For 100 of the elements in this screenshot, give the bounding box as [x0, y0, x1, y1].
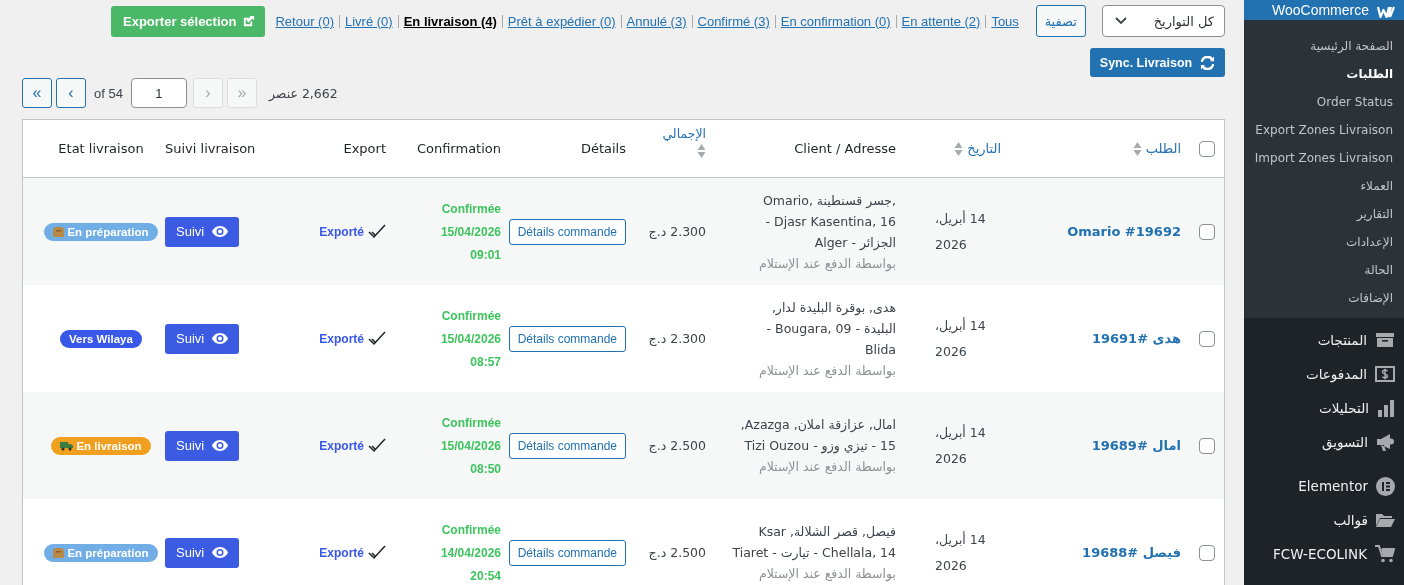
- status-filter-link[interactable]: En attente (2): [901, 13, 981, 29]
- order-date: 14 أبريل، 2026: [935, 423, 987, 468]
- submenu-item[interactable]: Order Status: [1316, 88, 1404, 116]
- sort-arrows-icon: [954, 140, 964, 157]
- filter-button[interactable]: تصفية: [1035, 5, 1086, 37]
- order-link[interactable]: هدى #19691: [1091, 331, 1181, 346]
- confirmation-date: 15/04/2026: [440, 331, 501, 346]
- status-filter-link[interactable]: Tous: [991, 13, 1019, 29]
- previous-page-button[interactable]: ‹: [56, 78, 86, 108]
- order-link[interactable]: Omario #19692: [1067, 224, 1181, 239]
- date-select[interactable]: كل التواريخ: [1102, 5, 1225, 37]
- sort-arrows-icon: [1132, 140, 1142, 157]
- order-link[interactable]: فيصل #19688: [1082, 545, 1181, 560]
- submenu-item[interactable]: الإعدادات: [1346, 228, 1404, 256]
- track-button[interactable]: Suivi: [165, 430, 240, 461]
- cart-icon: [1375, 545, 1395, 563]
- box-icon: [53, 547, 65, 558]
- submenu-item[interactable]: Export Zones Livraison: [1255, 116, 1404, 144]
- column-header: Export: [343, 141, 386, 156]
- confirmation-status: Confirmée: [441, 415, 501, 430]
- menu-item[interactable]: قوالب: [1333, 503, 1404, 537]
- payment-method: بواسطة الدفع عند الإستلام: [758, 458, 896, 477]
- sort-arrows-icon: [697, 143, 706, 159]
- menu-item[interactable]: المنتجات: [1317, 323, 1404, 357]
- submenu-item[interactable]: التقارير: [1356, 200, 1404, 228]
- status-filter-link[interactable]: Prêt à expédier (0): [507, 13, 616, 29]
- column-header: Détails: [580, 141, 626, 156]
- track-button[interactable]: Suivi: [165, 537, 240, 568]
- confirmation-time: 08:50: [470, 461, 501, 476]
- row-checkbox[interactable]: [1199, 437, 1215, 454]
- order-date: 14 أبريل، 2026: [935, 530, 987, 575]
- address-line: 15 - تيزي وزو - Tizi Ouzou: [744, 437, 896, 456]
- order-details-button[interactable]: Détails commande: [508, 218, 626, 245]
- sortable-column-header[interactable]: الإجمالي: [662, 126, 706, 141]
- confirmation-time: 20:54: [470, 568, 501, 583]
- row-checkbox[interactable]: [1199, 223, 1215, 240]
- track-button[interactable]: Suivi: [165, 323, 240, 354]
- status-filter-link[interactable]: En confirmation (0): [780, 13, 891, 29]
- column-header: Suivi livraison: [165, 141, 256, 156]
- sortable-column-header[interactable]: التاريخ: [967, 141, 1001, 156]
- checkmark-icon: [368, 331, 386, 346]
- chevron-down-icon: [1115, 17, 1127, 25]
- elementor-logo-icon: [1376, 476, 1395, 496]
- first-page-button[interactable]: «: [22, 78, 52, 108]
- column-header: Etat livraison: [58, 141, 144, 156]
- woocommerce-logo-icon: [1377, 6, 1395, 18]
- submenu-item[interactable]: الطلبات: [1346, 60, 1404, 88]
- submenu-item[interactable]: الإضافات: [1348, 284, 1404, 312]
- order-link[interactable]: امال #19689: [1091, 438, 1181, 453]
- order-details-button[interactable]: Détails commande: [508, 432, 626, 459]
- confirmation-time: 09:01: [470, 247, 501, 262]
- order-date: 14 أبريل، 2026: [935, 316, 987, 361]
- confirmation-time: 08:57: [470, 354, 501, 369]
- row-checkbox[interactable]: [1199, 330, 1215, 347]
- menu-item[interactable]: التسويق: [1322, 425, 1404, 459]
- menu-item[interactable]: المدفوعات: [1305, 357, 1404, 391]
- order-details-button[interactable]: Détails commande: [508, 539, 626, 566]
- woocommerce-menu-item[interactable]: WooCommerce: [1244, 0, 1404, 20]
- delivery-status-badge: En livraison: [51, 436, 151, 455]
- sync-delivery-button[interactable]: Sync. Livraison: [1090, 48, 1225, 77]
- menu-item[interactable]: التحليلات: [1319, 391, 1404, 425]
- submenu-item[interactable]: العملاء: [1360, 172, 1404, 200]
- track-button[interactable]: Suivi: [165, 216, 240, 247]
- menu-item[interactable]: Elementor: [1298, 469, 1404, 503]
- address-line: هدى, بوقرة البليدة لدار,: [771, 298, 896, 318]
- page-number-field[interactable]: 1: [130, 78, 187, 108]
- submenu-item[interactable]: الصفحة الرئيسية: [1310, 32, 1404, 60]
- row-checkbox[interactable]: [1199, 544, 1215, 561]
- submenu-item[interactable]: الحالة: [1364, 256, 1404, 284]
- confirmation-status: Confirmée: [441, 522, 501, 537]
- items-count: 2,662 عنصر: [268, 85, 338, 101]
- order-total: 2.300 د.ج: [648, 224, 706, 239]
- address-line: Blida: [864, 340, 896, 359]
- eye-icon: [212, 333, 229, 344]
- address-line: امال, عزازقة املان, Azazga,: [740, 416, 896, 435]
- submenu-item[interactable]: Import Zones Livraison: [1254, 144, 1404, 172]
- status-filter-link[interactable]: Confirmé (3): [697, 13, 770, 29]
- order-total: 2.500 د.ج: [648, 438, 706, 453]
- truck-icon: [60, 440, 74, 451]
- payment-method: بواسطة الدفع عند الإستلام: [758, 565, 896, 584]
- delivery-status-badge: Vers Wilaya: [60, 329, 142, 348]
- select-all-checkbox[interactable]: [1199, 140, 1215, 157]
- eye-icon: [212, 440, 229, 451]
- address-line: Omario, جسر قسنطينة,: [762, 191, 896, 210]
- sortable-column-header[interactable]: الطلب: [1145, 141, 1181, 156]
- menu-item[interactable]: FCW-ECOLINK: [1273, 537, 1404, 571]
- confirmation-date: 14/04/2026: [440, 545, 501, 560]
- status-filter-link[interactable]: Livré (0): [344, 13, 393, 29]
- status-filter-link[interactable]: Annulé (3): [626, 13, 687, 29]
- eye-icon: [212, 226, 229, 237]
- payment-method: بواسطة الدفع عند الإستلام: [758, 254, 896, 274]
- export-status: Exporté: [319, 224, 364, 239]
- status-filter-link[interactable]: En livraison (4): [403, 13, 497, 29]
- status-filter-link[interactable]: Retour (0): [275, 13, 334, 29]
- column-header: Client / Adresse: [794, 141, 896, 156]
- checkmark-icon: [368, 438, 386, 453]
- page-total-text: of 54: [94, 85, 123, 101]
- delivery-status-badge: En préparation: [44, 543, 158, 562]
- box-icon: [53, 226, 65, 237]
- order-details-button[interactable]: Détails commande: [508, 325, 626, 352]
